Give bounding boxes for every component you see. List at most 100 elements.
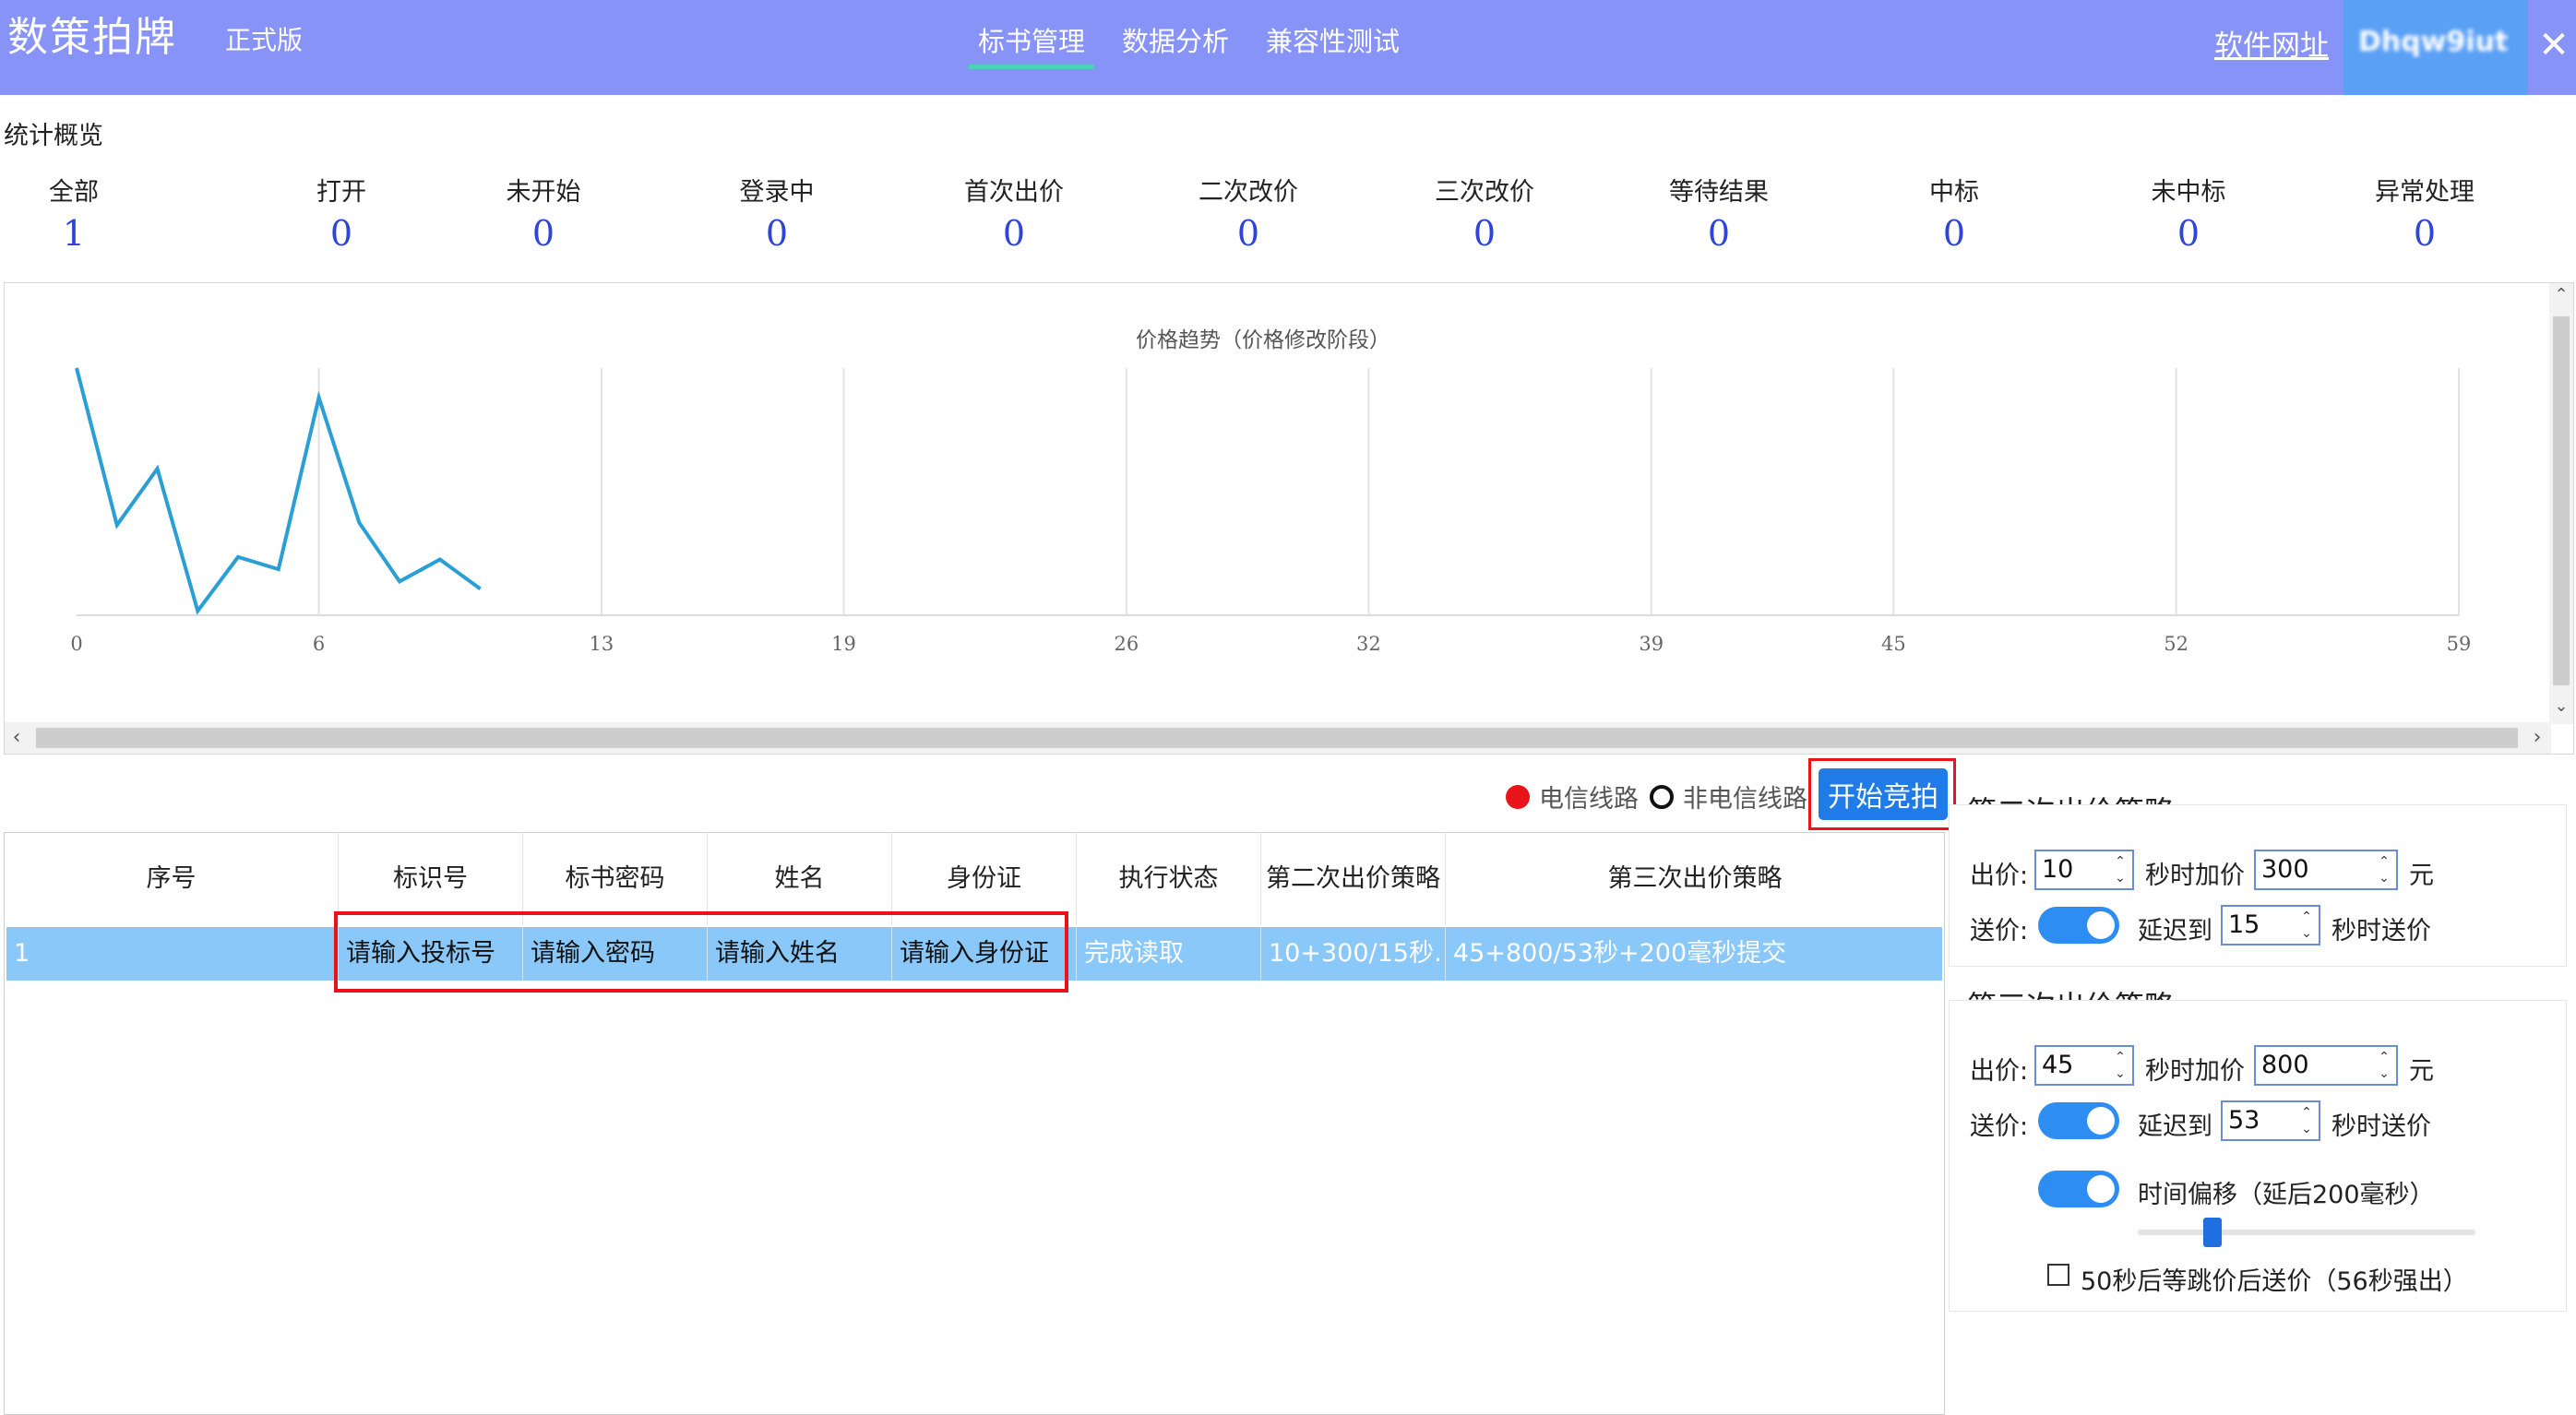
stat-first-bid: 首次出价 0 — [922, 172, 1106, 254]
send-suffix-label: 秒时送价 — [2332, 917, 2431, 945]
chart-series — [75, 367, 482, 615]
stepper-arrows-icon[interactable]: ⌃ ⌄ — [2376, 1049, 2392, 1082]
third-delay-stepper[interactable]: 53 ⌃ ⌄ — [2221, 1100, 2320, 1141]
add-price-label: 秒时加价 — [2145, 1057, 2245, 1086]
user-account[interactable]: Dhqw9iut — [2343, 0, 2528, 95]
user-name: Dhqw9iut — [2358, 26, 2509, 58]
chart-x-tick-label: 52 — [2164, 633, 2188, 655]
stepper-value: 45 — [2042, 1051, 2074, 1079]
stat-value: 0 — [329, 213, 353, 254]
tab-bid-management[interactable]: 标书管理 — [960, 20, 1103, 69]
stat-third-change: 三次改价 0 — [1392, 172, 1577, 254]
app-title: 数策拍牌 — [7, 14, 177, 61]
stat-value: 0 — [2176, 213, 2200, 254]
delay-label: 延迟到 — [2138, 1112, 2212, 1141]
unit-label: 元 — [2409, 1057, 2434, 1086]
stat-label: 全部 — [49, 178, 99, 207]
chart-x-tick-label: 59 — [2447, 633, 2472, 655]
stat-waiting-result: 等待结果 0 — [1627, 172, 1811, 254]
wait-jump-checkbox[interactable] — [2047, 1264, 2069, 1286]
second-send-toggle[interactable] — [2038, 907, 2119, 944]
stat-value: 0 — [765, 213, 789, 254]
stat-all: 全部 1 — [0, 172, 166, 254]
send-suffix-label: 秒时送价 — [2332, 1112, 2431, 1141]
chart-grid — [77, 368, 2460, 616]
horizontal-scroll-thumb[interactable] — [36, 728, 2518, 748]
third-add-amount-stepper[interactable]: 800 ⌃ ⌄ — [2254, 1045, 2398, 1086]
chart-series-line — [75, 367, 482, 615]
stepper-value: 10 — [2042, 855, 2074, 884]
stat-not-won: 未中标 0 — [2096, 172, 2281, 254]
non-telecom-line-option[interactable]: 非电信线路 — [1650, 779, 1807, 815]
scroll-left-icon[interactable]: ‹ — [5, 726, 29, 749]
stat-label: 等待结果 — [1669, 178, 1769, 207]
second-bid-seconds-stepper[interactable]: 10 ⌃ ⌄ — [2034, 850, 2134, 890]
chart-x-tick-label: 19 — [831, 633, 856, 655]
stepper-arrows-icon[interactable]: ⌃ ⌄ — [2298, 1104, 2315, 1137]
stepper-value: 800 — [2261, 1051, 2309, 1079]
telecom-line-option[interactable]: 电信线路 — [1506, 779, 1639, 815]
tab-data-analysis[interactable]: 数据分析 — [1103, 20, 1247, 66]
third-bid-seconds-stepper[interactable]: 45 ⌃ ⌄ — [2034, 1045, 2134, 1086]
col-header-third-strategy[interactable]: 第三次出价策略 — [1446, 833, 1944, 925]
stepper-arrows-icon[interactable]: ⌃ ⌄ — [2376, 853, 2392, 886]
stepper-arrows-icon[interactable]: ⌃ ⌄ — [2112, 1049, 2129, 1082]
telecom-indicator-icon — [1506, 784, 1530, 809]
stat-value: 0 — [531, 213, 555, 254]
stats-title: 统计概览 — [4, 122, 103, 150]
stepper-arrows-icon[interactable]: ⌃ ⌄ — [2298, 909, 2315, 942]
unit-label: 元 — [2409, 862, 2434, 890]
stat-label: 三次改价 — [1435, 178, 1534, 207]
stat-value: 0 — [1236, 213, 1260, 254]
stat-value: 0 — [1473, 213, 1497, 254]
time-offset-slider[interactable] — [2138, 1230, 2475, 1235]
vertical-scroll-thumb[interactable] — [2553, 316, 2570, 685]
main-nav: 标书管理 数据分析 兼容性测试 — [960, 20, 1418, 69]
col-header-index[interactable]: 序号 — [5, 833, 339, 925]
time-offset-slider-thumb[interactable] — [2202, 1218, 2222, 1247]
col-header-second-strategy[interactable]: 第二次出价策略 — [1261, 833, 1446, 925]
col-header-status[interactable]: 执行状态 — [1077, 833, 1261, 925]
time-offset-label: 时间偏移（延后200毫秒） — [2138, 1181, 2435, 1209]
stat-label: 异常处理 — [2375, 178, 2475, 207]
third-send-toggle[interactable] — [2038, 1102, 2119, 1139]
stat-logging-in: 登录中 0 — [685, 172, 869, 254]
scroll-up-icon[interactable]: ⌃ — [2549, 285, 2573, 304]
title-bar: 数策拍牌 正式版 标书管理 数据分析 兼容性测试 软件网址 Dhqw9iut ✕ — [0, 0, 2576, 95]
stepper-value: 300 — [2261, 855, 2309, 884]
input-cells-highlight-box — [334, 911, 1068, 993]
second-add-amount-stepper[interactable]: 300 ⌃ ⌄ — [2254, 850, 2398, 890]
chart-vertical-scrollbar[interactable]: ⌃ ⌄ — [2549, 283, 2573, 724]
stat-second-change: 二次改价 0 — [1156, 172, 1341, 254]
start-auction-button[interactable]: 开始竞拍 — [1819, 768, 1948, 820]
stat-label: 未开始 — [506, 178, 581, 207]
chart-x-tick-label: 32 — [1356, 633, 1381, 655]
time-offset-toggle[interactable] — [2038, 1171, 2119, 1207]
stat-value: 0 — [1707, 213, 1731, 254]
chart-horizontal-scrollbar[interactable]: ‹ › — [5, 722, 2551, 754]
price-trend-chart: 价格趋势（价格修改阶段） 0 6 13 19 26 32 39 45 52 59 ⌃ ⌄ ‹ › — [4, 282, 2574, 755]
close-icon[interactable]: ✕ — [2535, 22, 2572, 68]
tab-compatibility-test[interactable]: 兼容性测试 — [1247, 20, 1418, 66]
stat-value: 1 — [62, 213, 86, 254]
stat-open: 打开 0 — [249, 172, 434, 254]
stat-exception: 异常处理 0 — [2332, 172, 2517, 254]
scroll-down-icon[interactable]: ⌄ — [2549, 696, 2573, 716]
delay-label: 延迟到 — [2138, 917, 2212, 945]
edition-label: 正式版 — [225, 25, 304, 55]
second-delay-stepper[interactable]: 15 ⌃ ⌄ — [2221, 905, 2320, 945]
stepper-value: 15 — [2228, 910, 2260, 939]
chart-x-axis: 0 6 13 19 26 32 39 45 52 59 — [70, 633, 2471, 655]
stat-value: 0 — [1942, 213, 1966, 254]
software-website-link[interactable]: 软件网址 — [2214, 22, 2329, 64]
third-strategy-panel: 出价: 45 ⌃ ⌄ 秒时加价 800 ⌃ ⌄ 元 送价: 延迟到 53 ⌃ ⌄ 秒时… — [1949, 1000, 2567, 1312]
telecom-label: 电信线路 — [1539, 785, 1639, 814]
scroll-right-icon[interactable]: › — [2525, 726, 2549, 749]
stat-value: 0 — [2413, 213, 2437, 254]
stepper-arrows-icon[interactable]: ⌃ ⌄ — [2112, 853, 2129, 886]
stat-label: 登录中 — [739, 178, 815, 207]
stat-label: 打开 — [316, 178, 366, 207]
second-strategy-panel: 出价: 10 ⌃ ⌄ 秒时加价 300 ⌃ ⌄ 元 送价: 延迟到 15 ⌃ ⌄ 秒时… — [1949, 804, 2567, 967]
chart-x-tick-label: 39 — [1639, 633, 1664, 655]
stepper-value: 53 — [2228, 1106, 2260, 1135]
